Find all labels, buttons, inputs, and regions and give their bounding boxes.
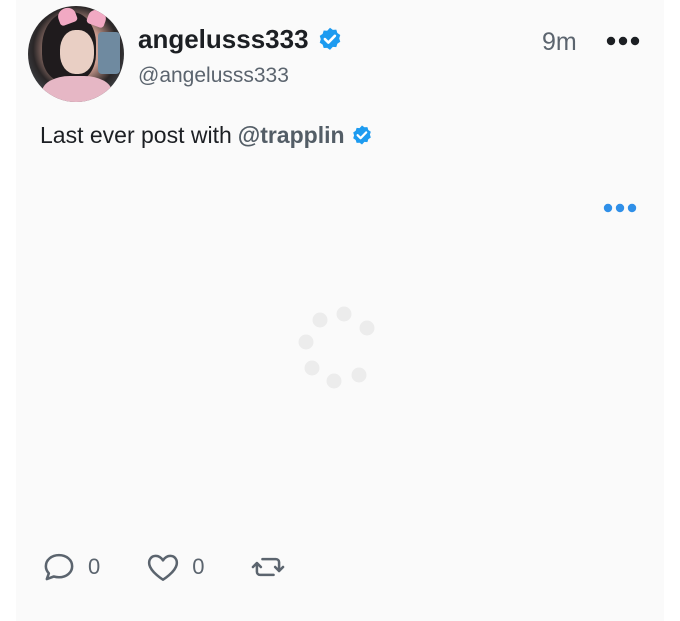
display-name[interactable]: angelusss333 bbox=[138, 24, 344, 55]
loading-spinner-icon bbox=[298, 306, 375, 389]
post-body: Last ever post with bbox=[40, 122, 232, 148]
verified-badge-icon bbox=[319, 27, 340, 50]
display-name-text[interactable]: angelusss333 bbox=[138, 24, 309, 55]
reply-icon bbox=[44, 553, 74, 581]
action-bar: 0 0 bbox=[40, 548, 331, 586]
mention-link[interactable]: @trapplin bbox=[238, 122, 345, 149]
more-options-icon[interactable] bbox=[606, 34, 640, 48]
reply-count: 0 bbox=[88, 554, 101, 579]
like-count: 0 bbox=[192, 554, 205, 579]
media-more-icon[interactable] bbox=[603, 201, 637, 215]
post-timestamp[interactable]: 9m bbox=[542, 28, 577, 57]
repost-icon bbox=[251, 557, 284, 577]
post-text: Last ever post with @trapplin bbox=[40, 122, 374, 149]
like-icon bbox=[148, 554, 179, 581]
avatar[interactable] bbox=[28, 6, 124, 102]
repost-button[interactable] bbox=[249, 548, 287, 586]
verified-badge-icon bbox=[352, 125, 371, 144]
reply-button[interactable]: 0 bbox=[40, 548, 100, 586]
like-button[interactable]: 0 bbox=[144, 548, 205, 586]
user-handle[interactable]: @angelusss333 bbox=[138, 64, 289, 88]
